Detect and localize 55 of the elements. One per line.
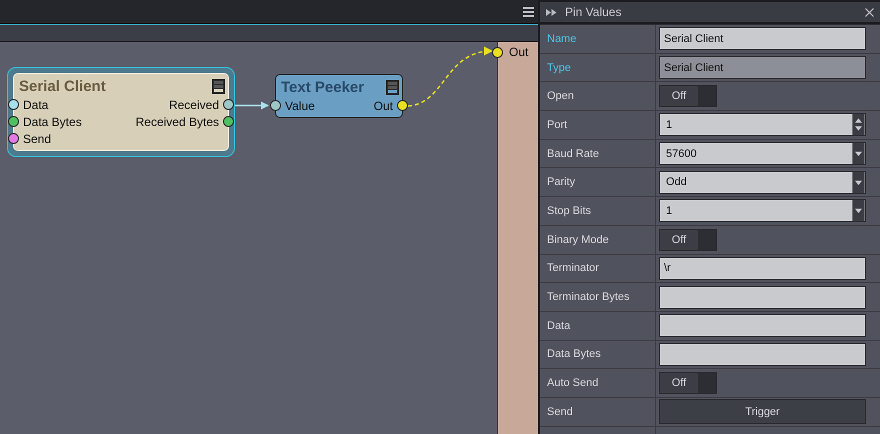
property-label: Parity xyxy=(547,176,576,188)
pin-label: Data Bytes xyxy=(23,114,82,128)
spin-arrows-icon[interactable] xyxy=(852,114,865,136)
trigger-button[interactable]: Trigger xyxy=(659,399,866,424)
input-pin[interactable] xyxy=(8,99,19,110)
number-field[interactable]: 1 xyxy=(659,113,866,136)
text-field[interactable] xyxy=(659,314,866,338)
pin-label: Data xyxy=(23,98,48,112)
output-pin[interactable] xyxy=(223,116,234,127)
menu-icon[interactable] xyxy=(523,6,534,16)
pin-label: Received xyxy=(168,98,219,112)
property-label: Type xyxy=(547,62,571,74)
property-label: Open xyxy=(547,90,574,102)
input-pin[interactable] xyxy=(8,133,19,144)
property-label: Send xyxy=(547,406,573,418)
pin-label: Out xyxy=(374,98,393,112)
text-field[interactable] xyxy=(659,342,866,366)
fast-forward-icon[interactable] xyxy=(546,8,557,16)
pin-label: Received Bytes xyxy=(136,114,219,128)
property-label: Stop Bits xyxy=(547,204,592,217)
dropdown[interactable]: 57600 xyxy=(659,142,866,166)
node-card[interactable] xyxy=(275,74,403,118)
property-label: Data xyxy=(547,320,570,332)
pin-label: Value xyxy=(285,98,315,112)
property-label: Binary Mode xyxy=(547,234,609,246)
chevron-down-icon[interactable] xyxy=(852,200,865,222)
dropdown[interactable]: 1 xyxy=(659,199,866,222)
toggle-switch[interactable]: Off xyxy=(659,372,717,394)
property-label: Name xyxy=(547,32,576,45)
output-pin[interactable] xyxy=(223,99,234,110)
node-menu-icon[interactable] xyxy=(212,78,225,94)
toggle-switch[interactable]: Off xyxy=(659,85,717,108)
node-title: Serial Client xyxy=(19,78,106,94)
dropdown[interactable]: Odd xyxy=(659,170,866,194)
text-field[interactable]: \r xyxy=(659,256,866,280)
chevron-down-icon[interactable] xyxy=(852,143,865,164)
node-menu-icon[interactable] xyxy=(386,80,399,94)
node-title: Text Peeker xyxy=(281,78,364,96)
close-icon[interactable] xyxy=(865,8,874,16)
text-field[interactable] xyxy=(659,286,866,309)
property-label: Auto Send xyxy=(547,377,598,390)
property-label: Terminator Bytes xyxy=(547,291,630,304)
property-label: Data Bytes xyxy=(547,348,601,360)
text-field[interactable]: Serial Client xyxy=(659,27,866,50)
property-label: Port xyxy=(547,118,568,131)
property-label: Terminator xyxy=(547,262,599,274)
connection-arrow xyxy=(235,102,269,110)
toggle-switch[interactable]: Off xyxy=(659,228,717,251)
panel-title: Pin Values xyxy=(565,5,622,19)
property-label: Baud Rate xyxy=(547,148,599,160)
input-pin[interactable] xyxy=(8,116,19,127)
pin-label: Send xyxy=(23,132,52,146)
pin-label: Out xyxy=(509,45,528,59)
chevron-down-icon[interactable] xyxy=(852,172,865,193)
text-field[interactable]: Serial Client xyxy=(659,56,866,80)
